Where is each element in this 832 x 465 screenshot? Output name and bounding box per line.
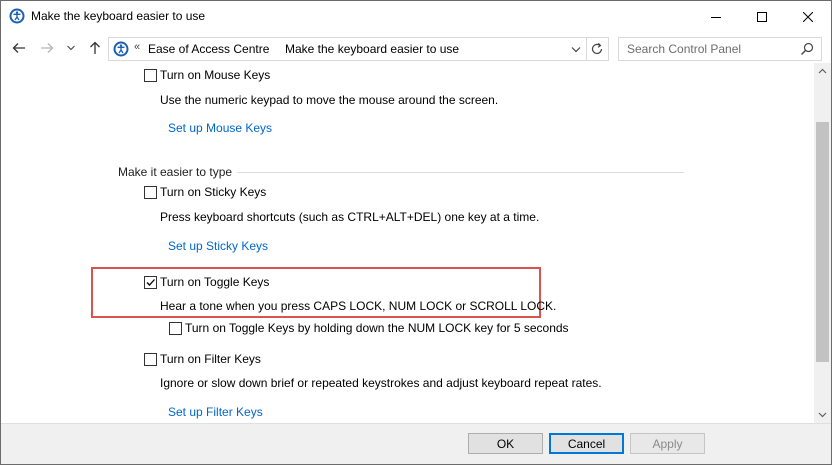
scrollbar-thumb[interactable] (816, 122, 829, 362)
mouse-keys-checkbox[interactable] (144, 69, 157, 82)
chevron-down-icon (67, 45, 75, 51)
arrow-up-icon (90, 41, 100, 54)
minimize-icon (711, 16, 721, 18)
toggle-keys-label[interactable]: Turn on Toggle Keys (160, 275, 269, 289)
address-history-button[interactable] (568, 41, 584, 57)
forward-button[interactable] (37, 38, 57, 58)
toggle-keys-num-lock-label[interactable]: Turn on Toggle Keys by holding down the … (185, 321, 569, 335)
search-box[interactable] (618, 37, 822, 61)
address-overflow-indicator[interactable]: « (134, 41, 140, 53)
section-heading-easier-to-type: Make it easier to type (118, 165, 233, 179)
toggle-keys-checkbox[interactable] (144, 276, 157, 289)
sticky-keys-description: Press keyboard shortcuts (such as CTRL+A… (160, 210, 540, 224)
sticky-keys-label[interactable]: Turn on Sticky Keys (160, 185, 266, 199)
title-bar: Make the keyboard easier to use (1, 1, 831, 32)
window-title: Make the keyboard easier to use (31, 9, 206, 23)
filter-keys-label[interactable]: Turn on Filter Keys (160, 352, 261, 366)
dialog-footer: OK Cancel Apply (1, 423, 831, 464)
recent-locations-button[interactable] (63, 38, 79, 58)
address-divider (586, 38, 587, 60)
checkmark-icon (146, 279, 155, 286)
breadcrumb-current-page[interactable]: Make the keyboard easier to use (285, 42, 459, 56)
chevron-down-icon (571, 47, 581, 53)
vertical-scrollbar[interactable] (814, 63, 831, 423)
set-up-mouse-keys-link[interactable]: Set up Mouse Keys (168, 121, 272, 135)
address-bar[interactable]: « Ease of Access Centre Make the keyboar… (108, 37, 609, 61)
control-panel-icon (113, 41, 129, 57)
sticky-keys-checkbox[interactable] (144, 186, 157, 199)
back-button[interactable] (9, 38, 29, 58)
refresh-button[interactable] (589, 41, 605, 57)
up-button[interactable] (85, 38, 105, 58)
cancel-button[interactable]: Cancel (549, 433, 624, 454)
search-icon[interactable] (799, 41, 815, 57)
control-panel-window: Make the keyboard easier to use « Ease o… (0, 0, 832, 465)
navigation-bar: « Ease of Access Centre Make the keyboar… (1, 32, 831, 63)
set-up-sticky-keys-link[interactable]: Set up Sticky Keys (168, 239, 268, 253)
toggle-keys-description: Hear a tone when you press CAPS LOCK, NU… (160, 299, 557, 313)
ease-of-access-icon (9, 8, 25, 24)
arrow-right-icon (41, 43, 54, 53)
filter-keys-description: Ignore or slow down brief or repeated ke… (160, 376, 602, 390)
breadcrumb-ease-of-access-centre[interactable]: Ease of Access Centre (148, 42, 269, 56)
mouse-keys-label[interactable]: Turn on Mouse Keys (160, 68, 270, 82)
maximize-button[interactable] (739, 1, 785, 32)
chevron-up-icon (818, 68, 827, 74)
section-divider (237, 172, 684, 173)
search-input[interactable] (619, 38, 795, 60)
toggle-keys-num-lock-checkbox[interactable] (169, 322, 182, 335)
filter-keys-checkbox[interactable] (144, 353, 157, 366)
settings-content[interactable]: Turn on Mouse Keys Use the numeric keypa… (1, 63, 814, 423)
scroll-up-button[interactable] (814, 63, 831, 80)
scroll-down-button[interactable] (814, 406, 831, 423)
close-icon (803, 11, 813, 22)
refresh-icon (591, 42, 603, 55)
minimize-button[interactable] (693, 1, 739, 32)
chevron-down-icon (818, 412, 827, 418)
ok-button[interactable]: OK (468, 433, 543, 454)
close-button[interactable] (785, 1, 831, 32)
apply-button[interactable]: Apply (630, 433, 705, 454)
arrow-left-icon (12, 43, 25, 53)
maximize-icon (757, 11, 767, 22)
mouse-keys-description: Use the numeric keypad to move the mouse… (160, 93, 499, 107)
set-up-filter-keys-link[interactable]: Set up Filter Keys (168, 405, 263, 419)
